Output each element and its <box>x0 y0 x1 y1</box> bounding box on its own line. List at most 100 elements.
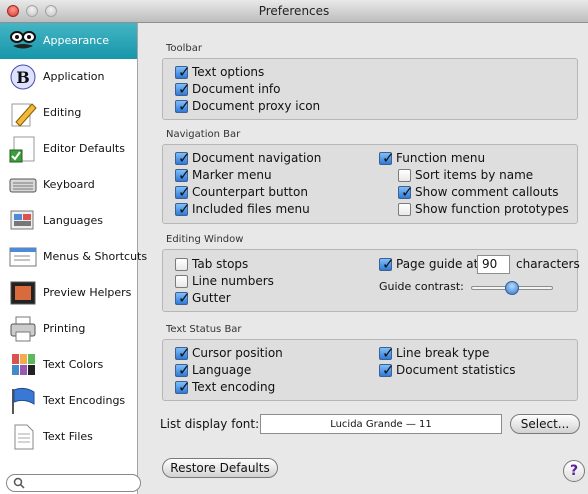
checkbox-box <box>398 169 411 182</box>
checkbox-label: Line break type <box>396 346 490 360</box>
characters-label: characters <box>516 257 580 271</box>
checkbox-label: Show function prototypes <box>415 202 569 216</box>
checkbox-box: ✓ <box>175 344 191 362</box>
sidebar-item-label: Menus & Shortcuts <box>43 250 148 263</box>
checkbox-box: ✓ <box>175 200 191 218</box>
checkbox-label: Show comment callouts <box>415 185 559 199</box>
checkbox-label: Sort items by name <box>415 168 534 182</box>
checkbox-label: Line numbers <box>192 274 274 288</box>
checkbox-box: ✓ <box>398 183 414 201</box>
checkbox-label: Gutter <box>192 291 231 305</box>
sidebar-item-text-colors[interactable]: Text Colors <box>0 347 137 383</box>
text-status-bar-section-title: Text Status Bar <box>166 324 242 335</box>
glasses-mustache-icon <box>10 31 36 49</box>
checkbox-label: Document navigation <box>192 151 322 165</box>
checkbox-box: ✓ <box>175 166 191 184</box>
navigation-bar-section-title: Navigation Bar <box>166 129 241 140</box>
list-display-font-label: List display font: <box>160 417 260 431</box>
checkbox-box: ✓ <box>175 361 191 379</box>
checkbox-label: Cursor position <box>192 346 283 360</box>
checkbox-box: ✓ <box>379 361 395 379</box>
document-icon <box>14 424 34 450</box>
checkbox-box <box>398 203 411 216</box>
checkbox-label: Document statistics <box>396 363 516 377</box>
sidebar-item-label: Editor Defaults <box>43 142 125 155</box>
checkbox-label: Tab stops <box>192 257 249 271</box>
checkbox-box: ✓ <box>175 289 191 307</box>
window-title: Preferences <box>258 4 330 18</box>
checkbox-box <box>175 275 188 288</box>
guide-contrast-label: Guide contrast: <box>379 280 464 293</box>
sidebar-item-label: Appearance <box>43 34 110 47</box>
sidebar-item-preview-helpers[interactable]: Preview Helpers <box>0 275 137 311</box>
sidebar-item-editing[interactable]: Editing <box>0 95 137 131</box>
keyboard-icon <box>9 178 37 193</box>
checkbox-label: Function menu <box>396 151 486 165</box>
select-font-button[interactable]: Select... <box>510 414 580 434</box>
preferences-window: Preferences Appearance B Application Edi… <box>0 0 588 494</box>
color-palette-icon <box>12 354 35 375</box>
checkbox-box: ✓ <box>175 149 191 167</box>
sidebar-item-label: Application <box>43 70 105 83</box>
menus-icon <box>9 247 37 267</box>
sidebar-item-languages[interactable]: Languages <box>0 203 137 239</box>
sidebar-item-label: Preview Helpers <box>43 286 132 299</box>
restore-defaults-button[interactable]: Restore Defaults <box>162 458 278 478</box>
pencil-paper-icon <box>11 103 37 127</box>
help-button[interactable]: ? <box>563 460 585 482</box>
sidebar-item-label: Printing <box>43 322 86 335</box>
editor-defaults-icon <box>9 136 35 163</box>
editing-window-group: Tab stops Line numbers ✓ Gutter ✓ Page gui… <box>162 249 580 312</box>
checkbox-box: ✓ <box>175 97 191 115</box>
checkbox-label: Page guide at <box>396 257 479 271</box>
sidebar-item-label: Keyboard <box>43 178 95 191</box>
sidebar-item-label: Text Files <box>43 430 93 443</box>
title-bar: Preferences <box>0 0 588 23</box>
checkbox-box: ✓ <box>379 344 395 362</box>
checkbox-label: Counterpart button <box>192 185 308 199</box>
sidebar-item-application[interactable]: B Application <box>0 59 137 95</box>
checkbox-label: Text encoding <box>192 380 276 394</box>
printer-icon <box>10 316 36 342</box>
checkbox-label: Document proxy icon <box>192 99 321 113</box>
checkbox-label: Included files menu <box>192 202 310 216</box>
sidebar-item-label: Text Encodings <box>43 394 126 407</box>
checkbox-box: ✓ <box>379 255 395 273</box>
application-b-icon: B <box>10 64 36 90</box>
guide-contrast-knob[interactable] <box>505 281 519 295</box>
navigation-bar-group: ✓ Document navigation ✓ Marker menu ✓ Count… <box>162 144 578 224</box>
sidebar-item-editor-defaults[interactable]: Editor Defaults <box>0 131 137 167</box>
preview-icon <box>10 281 36 305</box>
sidebar-item-label: Languages <box>43 214 104 227</box>
appearance-panel: Toolbar ✓ Text options ✓ Document info ✓ Do… <box>138 23 588 494</box>
sidebar-item-label: Editing <box>43 106 82 119</box>
search-icon <box>13 477 25 489</box>
search-input[interactable] <box>6 474 141 492</box>
svg-text:B: B <box>16 68 30 87</box>
sidebar-item-menus-shortcuts[interactable]: Menus & Shortcuts <box>0 239 147 275</box>
page-guide-field[interactable]: 90 <box>477 255 510 274</box>
checkbox-box <box>175 258 188 271</box>
checkbox-box: ✓ <box>175 183 191 201</box>
sidebar-item-keyboard[interactable]: Keyboard <box>0 167 137 203</box>
checkbox-box: ✓ <box>175 378 191 396</box>
checkbox-label: Text options <box>192 65 265 79</box>
checkbox-label: Document info <box>192 82 281 96</box>
editing-window-section-title: Editing Window <box>166 234 244 245</box>
sidebar-item-appearance[interactable]: Appearance <box>0 23 137 59</box>
toolbar-group: ✓ Text options ✓ Document info ✓ Document p… <box>162 58 578 120</box>
toolbar-section-title: Toolbar <box>166 43 203 54</box>
checkbox-box: ✓ <box>175 63 191 81</box>
flag-icon <box>12 387 35 414</box>
checkbox-box: ✓ <box>175 80 191 98</box>
checkbox-label: Marker menu <box>192 168 272 182</box>
text-status-bar-group: ✓ Cursor position ✓ Language ✓ Text encodin… <box>162 339 578 401</box>
sidebar-item-text-encodings[interactable]: Text Encodings <box>0 383 137 419</box>
checkbox-label: Language <box>192 363 252 377</box>
sidebar-item-text-files[interactable]: Text Files <box>0 419 137 455</box>
languages-icon <box>10 210 34 230</box>
sidebar-item-printing[interactable]: Printing <box>0 311 137 347</box>
sidebar-item-label: Text Colors <box>43 358 104 371</box>
checkbox-box: ✓ <box>379 149 395 167</box>
list-display-font-field: Lucida Grande — 11 <box>260 414 502 434</box>
